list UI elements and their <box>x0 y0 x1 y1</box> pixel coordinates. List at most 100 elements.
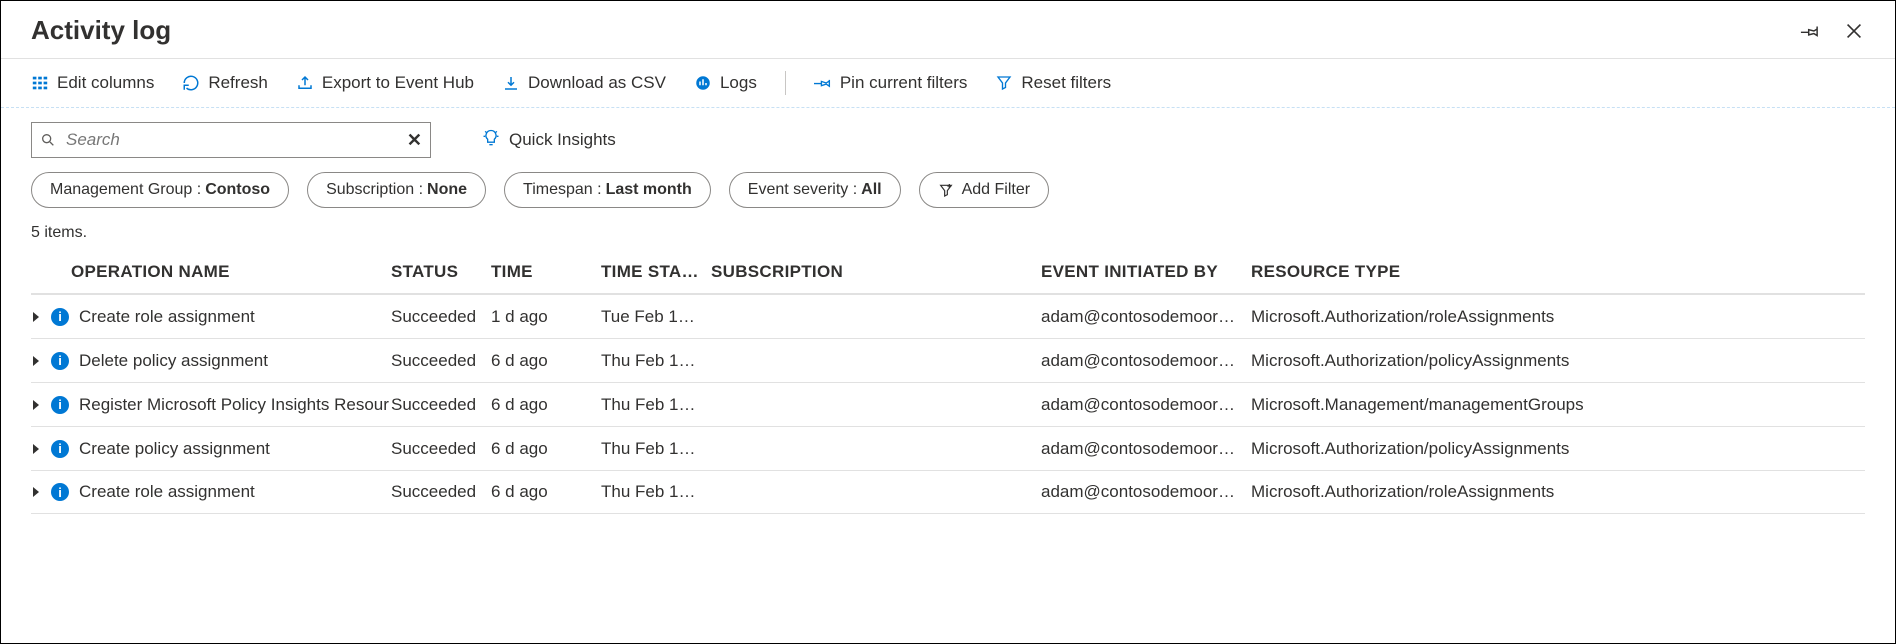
info-icon <box>51 308 69 326</box>
info-icon <box>51 352 69 370</box>
info-icon <box>51 483 69 501</box>
pin-filters-button[interactable]: Pin current filters <box>814 73 968 93</box>
item-count: 5 items. <box>1 218 1895 250</box>
initiated-by-cell: adam@contosodemoorg.on… <box>1041 429 1251 469</box>
reset-filters-button[interactable]: Reset filters <box>995 73 1111 93</box>
logs-label: Logs <box>720 73 757 93</box>
pin-filters-label: Pin current filters <box>840 73 968 93</box>
logs-button[interactable]: Logs <box>694 73 757 93</box>
table-row[interactable]: Create role assignment Succeeded6 d agoTh… <box>31 470 1865 514</box>
subscription-cell <box>711 439 1041 459</box>
export-label: Export to Event Hub <box>322 73 474 93</box>
col-operation[interactable]: Operation name <box>31 252 391 292</box>
status-cell: Succeeded <box>391 341 491 381</box>
lightbulb-icon <box>481 128 501 153</box>
timestamp-cell: Thu Feb 14 2… <box>601 341 711 381</box>
resource-type-cell: Microsoft.Authorization/roleAssignments <box>1251 297 1865 337</box>
initiated-by-cell: adam@contosodemoorg.on… <box>1041 472 1251 512</box>
reset-filters-label: Reset filters <box>1021 73 1111 93</box>
refresh-button[interactable]: Refresh <box>182 73 268 93</box>
page-title: Activity log <box>31 15 171 46</box>
timestamp-cell: Thu Feb 14 2… <box>601 385 711 425</box>
resource-type-cell: Microsoft.Authorization/policyAssignment… <box>1251 341 1865 381</box>
table-header-row: Operation name Status Time Time stamp Su… <box>31 250 1865 294</box>
subscription-cell <box>711 307 1041 327</box>
quick-insights-button[interactable]: Quick Insights <box>481 128 616 153</box>
time-cell: 1 d ago <box>491 297 601 337</box>
columns-icon <box>31 74 49 92</box>
resource-type-cell: Microsoft.Authorization/roleAssignments <box>1251 472 1865 512</box>
col-timestamp[interactable]: Time stamp <box>601 252 711 292</box>
filter-reset-icon <box>995 74 1013 92</box>
operation-name: Create role assignment <box>79 307 255 327</box>
logs-icon <box>694 74 712 92</box>
add-filter-icon <box>938 182 954 198</box>
status-cell: Succeeded <box>391 429 491 469</box>
filter-value: Last month <box>606 181 692 199</box>
timestamp-cell: Thu Feb 14 2… <box>601 429 711 469</box>
time-cell: 6 d ago <box>491 429 601 469</box>
export-event-hub-button[interactable]: Export to Event Hub <box>296 73 474 93</box>
download-csv-button[interactable]: Download as CSV <box>502 73 666 93</box>
edit-columns-label: Edit columns <box>57 73 154 93</box>
add-filter-button[interactable]: Add Filter <box>919 172 1049 208</box>
status-cell: Succeeded <box>391 297 491 337</box>
time-cell: 6 d ago <box>491 341 601 381</box>
col-initiated-by[interactable]: Event initiated by <box>1041 252 1251 292</box>
search-input[interactable] <box>64 129 399 151</box>
timestamp-cell: Thu Feb 14 2… <box>601 472 711 512</box>
edit-columns-button[interactable]: Edit columns <box>31 73 154 93</box>
table-row[interactable]: Create policy assignment Succeeded6 d ago… <box>31 426 1865 470</box>
col-subscription[interactable]: Subscription <box>711 252 1041 292</box>
pin-blade-button[interactable] <box>1799 20 1821 42</box>
command-bar: Edit columns Refresh Export to Event Hub… <box>1 59 1895 108</box>
subscription-cell <box>711 482 1041 502</box>
filter-pill-event-severity[interactable]: Event severity : All <box>729 172 901 208</box>
filter-label: Subscription : <box>326 181 423 199</box>
table-row[interactable]: Register Microsoft Policy Insights Resou… <box>31 382 1865 426</box>
quick-insights-label: Quick Insights <box>509 130 616 150</box>
filter-pill-timespan[interactable]: Timespan : Last month <box>504 172 711 208</box>
time-cell: 6 d ago <box>491 472 601 512</box>
download-icon <box>502 74 520 92</box>
close-blade-button[interactable] <box>1843 20 1865 42</box>
time-cell: 6 d ago <box>491 385 601 425</box>
col-resource-type[interactable]: Resource type <box>1251 252 1865 292</box>
toolbar-separator <box>785 71 786 95</box>
expand-row-icon[interactable] <box>31 356 41 366</box>
initiated-by-cell: adam@contosodemoorg.on… <box>1041 297 1251 337</box>
search-row: ✕ Quick Insights <box>1 108 1895 166</box>
resource-type-cell: Microsoft.Authorization/policyAssignment… <box>1251 429 1865 469</box>
expand-row-icon[interactable] <box>31 444 41 454</box>
search-box[interactable]: ✕ <box>31 122 431 158</box>
pin-icon <box>814 74 832 92</box>
col-status[interactable]: Status <box>391 252 491 292</box>
table-row[interactable]: Create role assignment Succeeded1 d agoTu… <box>31 294 1865 338</box>
activity-log-table: Operation name Status Time Time stamp Su… <box>1 250 1895 514</box>
clear-search-button[interactable]: ✕ <box>407 130 422 151</box>
table-row[interactable]: Delete policy assignmentSucceeded6 d ago… <box>31 338 1865 382</box>
filter-pill-management-group[interactable]: Management Group : Contoso <box>31 172 289 208</box>
expand-row-icon[interactable] <box>31 400 41 410</box>
status-cell: Succeeded <box>391 472 491 512</box>
initiated-by-cell: adam@contosodemoorg.on… <box>1041 341 1251 381</box>
subscription-cell <box>711 395 1041 415</box>
filter-label: Event severity : <box>748 181 857 199</box>
resource-type-cell: Microsoft.Management/managementGroups <box>1251 385 1865 425</box>
operation-name: Register Microsoft Policy Insights Resou… <box>79 395 389 415</box>
operation-name: Create role assignment <box>79 482 255 502</box>
col-time[interactable]: Time <box>491 252 601 292</box>
add-filter-label: Add Filter <box>962 181 1030 199</box>
download-label: Download as CSV <box>528 73 666 93</box>
info-icon <box>51 440 69 458</box>
info-icon <box>51 396 69 414</box>
filter-value: None <box>427 181 467 199</box>
filter-value: Contoso <box>205 181 270 199</box>
blade-header: Activity log <box>1 1 1895 59</box>
expand-row-icon[interactable] <box>31 312 41 322</box>
timestamp-cell: Tue Feb 19 2… <box>601 297 711 337</box>
expand-row-icon[interactable] <box>31 487 41 497</box>
filter-pill-subscription[interactable]: Subscription : None <box>307 172 486 208</box>
operation-name: Create policy assignment <box>79 439 270 459</box>
header-actions <box>1799 20 1865 42</box>
